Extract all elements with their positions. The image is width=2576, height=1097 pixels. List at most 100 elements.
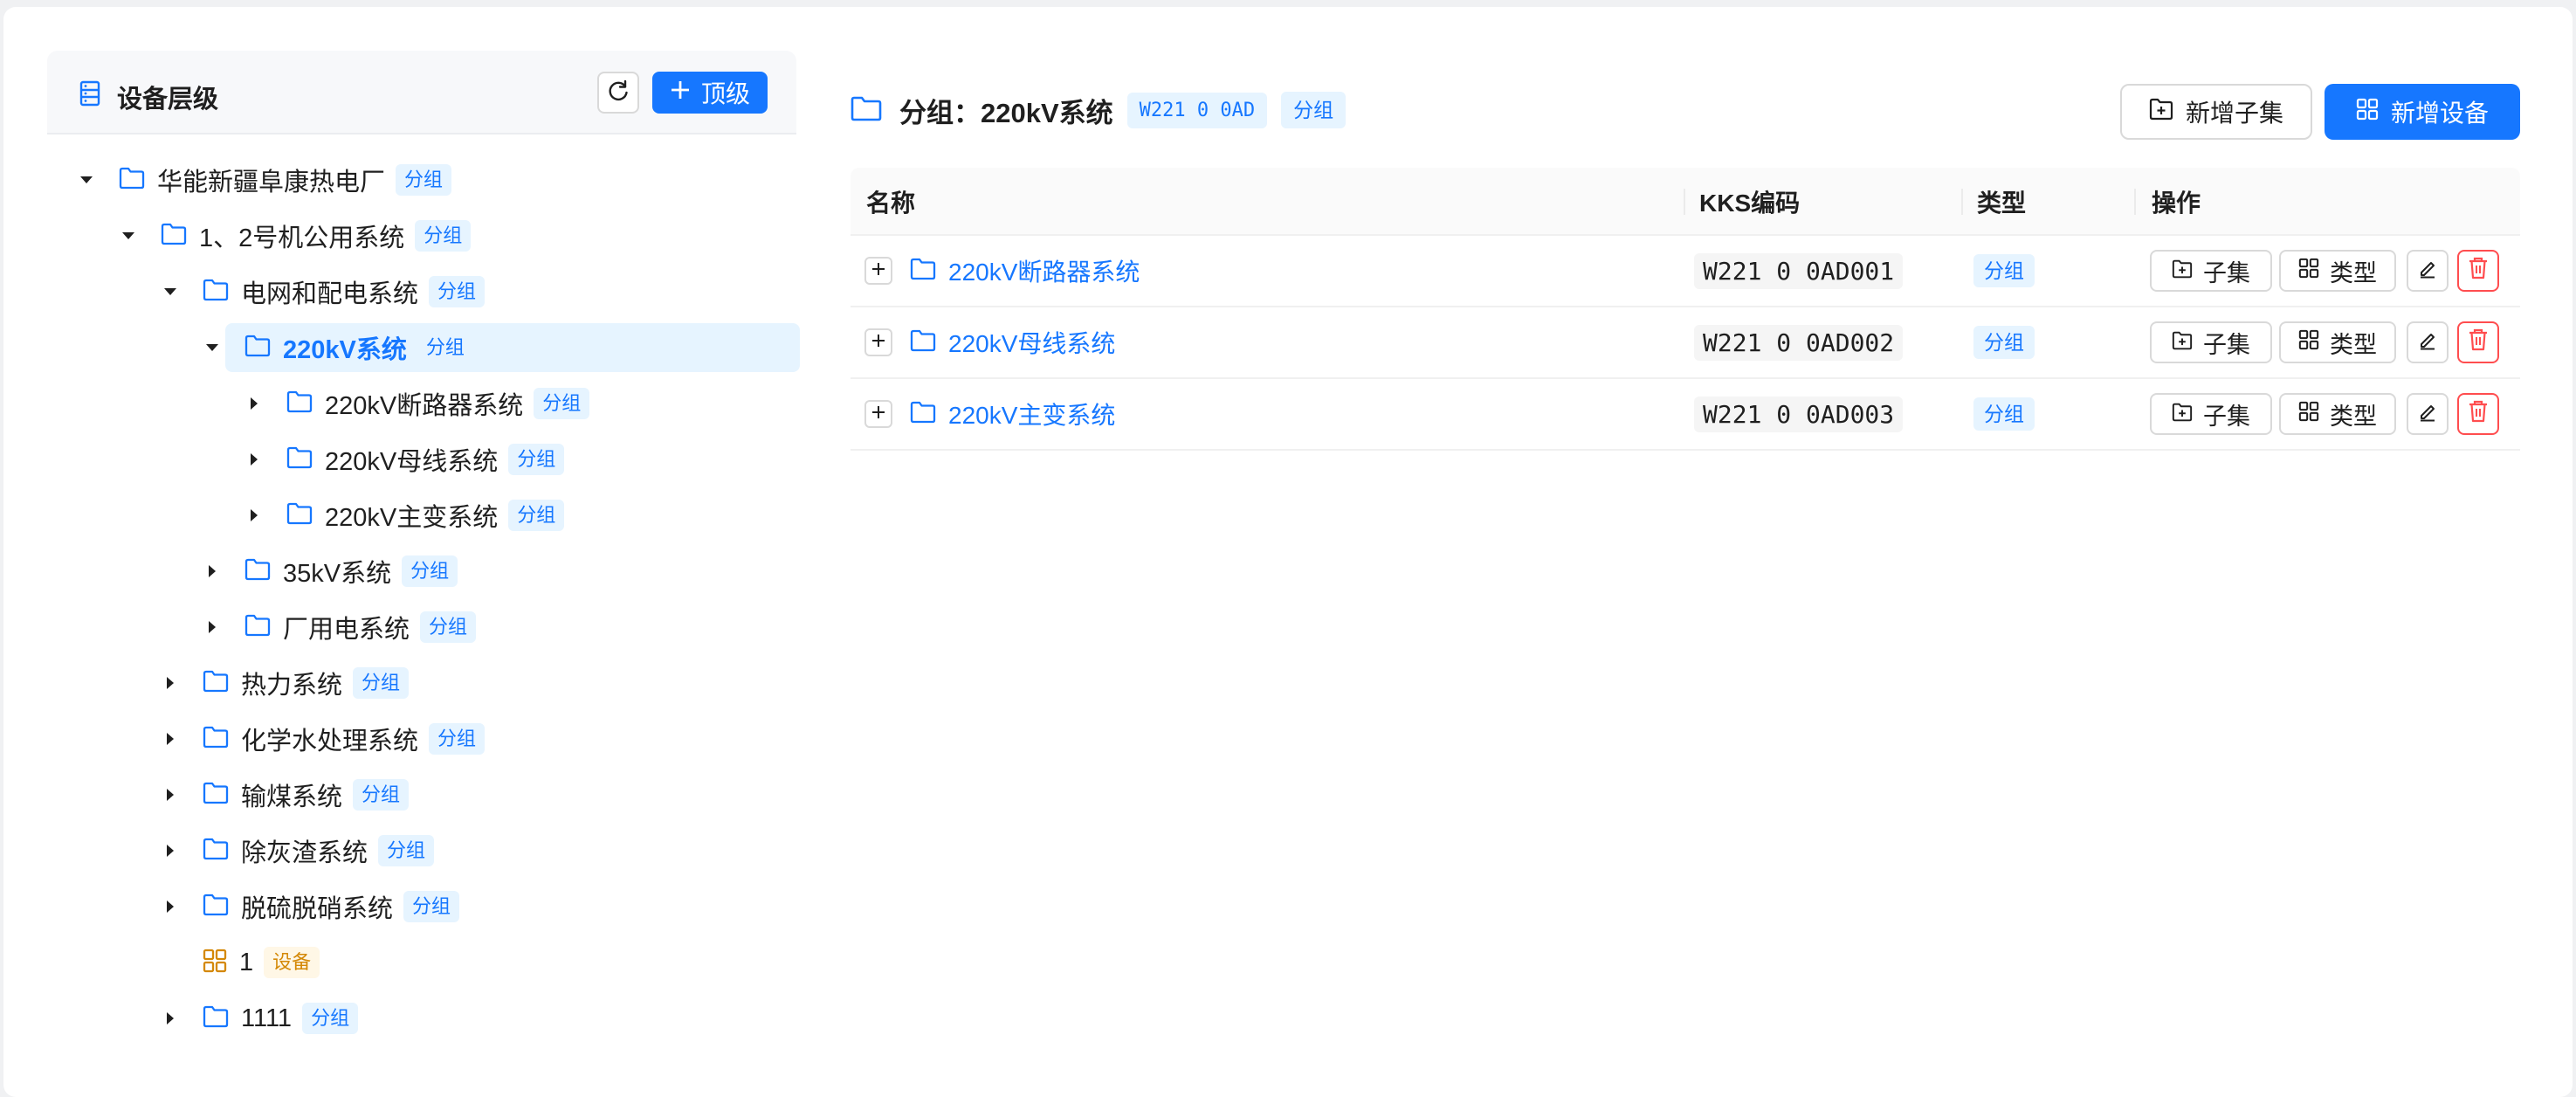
kks-cell: W221 0 0AD002 [1694, 307, 1904, 377]
add-top-level-button[interactable]: 顶级 [652, 72, 768, 114]
caret-right-icon[interactable] [241, 390, 267, 417]
edit-icon [2417, 401, 2438, 428]
change-type-label: 类型 [2330, 259, 2377, 286]
row-name-link[interactable]: 220kV断路器系统 [948, 253, 1140, 288]
add-child-row-button[interactable]: 子集 [2150, 321, 2272, 363]
tree-node-label: 输煤系统 [241, 783, 343, 811]
server-icon [79, 80, 101, 111]
tree-node-label: 220kV母线系统 [325, 448, 499, 476]
tree-node[interactable]: 220kV母线系统 分组 [241, 435, 565, 484]
caret-right-icon[interactable] [241, 446, 267, 473]
caret-right-icon[interactable] [157, 726, 183, 752]
plus-icon [871, 261, 886, 281]
expand-row-button[interactable] [864, 257, 892, 285]
kks-code-badge: W221 0 0AD [1126, 92, 1268, 128]
caret-right-icon[interactable] [157, 1005, 183, 1031]
tree-panel-title: 设备层级 [117, 86, 219, 114]
tree-node[interactable]: 输煤系统 分组 [157, 770, 410, 819]
group-badge: 分组 [353, 667, 410, 699]
expand-row-button[interactable] [864, 400, 892, 428]
table-row: 220kV主变系统 W221 0 0AD003 分组 子集 类型 [851, 379, 2520, 451]
caret-right-icon[interactable] [157, 670, 183, 696]
caret-down-icon[interactable] [73, 167, 100, 193]
caret-down-icon[interactable] [157, 279, 183, 305]
tree-node-device[interactable]: 1 设备 [157, 938, 320, 987]
folder-icon [203, 838, 229, 865]
device-grid-icon [203, 949, 227, 977]
tree-node[interactable]: 热力系统 分组 [157, 659, 410, 707]
tree-node[interactable]: 除灰渣系统 分组 [157, 826, 435, 875]
name-cell: 220kV母线系统 [864, 307, 1115, 377]
tree-node-label: 厂用电系统 [283, 616, 410, 644]
tree-node[interactable]: 1111 分组 [157, 994, 359, 1043]
add-child-row-label: 子集 [2203, 403, 2250, 430]
tree-node[interactable]: 1、2号机公用系统 分组 [115, 211, 472, 260]
name-cell: 220kV断路器系统 [864, 236, 1140, 306]
grid-icon [2298, 401, 2319, 428]
trash-icon [2468, 400, 2489, 429]
type-badge: 分组 [1973, 397, 2035, 431]
caret-down-icon[interactable] [199, 335, 225, 361]
folder-add-icon [2172, 258, 2193, 285]
add-child-row-button[interactable]: 子集 [2150, 393, 2272, 435]
table-row: 220kV断路器系统 W221 0 0AD001 分组 子集 类型 [851, 236, 2520, 307]
edit-button[interactable] [2407, 393, 2449, 435]
type-cell: 分组 [1973, 379, 2035, 449]
trash-icon [2468, 328, 2489, 357]
group-badge: 分组 [403, 891, 460, 922]
plus-icon [871, 404, 886, 424]
caret-right-icon[interactable] [157, 782, 183, 808]
refresh-button[interactable] [597, 72, 639, 114]
folder-icon [203, 279, 229, 306]
change-type-button[interactable]: 类型 [2279, 393, 2396, 435]
folder-add-icon [2172, 401, 2193, 428]
group-badge: 分组 [378, 835, 435, 866]
grid-icon [2298, 329, 2319, 356]
grid-icon [2356, 98, 2379, 127]
tree-node[interactable]: 220kV主变系统 分组 [241, 491, 565, 540]
children-table: 名称 KKS编码 类型 操作 220kV断路器系统 W221 0 0AD001 … [851, 168, 2520, 451]
folder-add-icon [2149, 98, 2173, 127]
tree-node-label: 热力系统 [241, 672, 343, 700]
caret-right-icon[interactable] [157, 893, 183, 920]
tree-node-label: 华能新疆阜康热电厂 [157, 169, 386, 197]
delete-button[interactable] [2457, 250, 2499, 292]
folder-icon [286, 390, 313, 417]
folder-icon [286, 502, 313, 529]
caret-down-icon[interactable] [115, 223, 141, 249]
tree-node[interactable]: 化学水处理系统 分组 [157, 714, 486, 763]
tree-node[interactable]: 厂用电系统 分组 [199, 603, 477, 652]
row-name-link[interactable]: 220kV母线系统 [948, 325, 1115, 360]
plus-icon [670, 79, 691, 107]
caret-right-icon[interactable] [157, 838, 183, 864]
edit-button[interactable] [2407, 321, 2449, 363]
tree-node-label: 电网和配电系统 [241, 280, 419, 308]
delete-button[interactable] [2457, 321, 2499, 363]
tree-node[interactable]: 220kV断路器系统 分组 [241, 379, 590, 428]
tree-node[interactable]: 220kV系统 分组 [199, 323, 800, 372]
delete-button[interactable] [2457, 393, 2499, 435]
tree-node[interactable]: 脱硫脱硝系统 分组 [157, 882, 460, 931]
change-type-button[interactable]: 类型 [2279, 250, 2396, 292]
add-child-button[interactable]: 新增子集 [2120, 84, 2312, 140]
caret-right-icon[interactable] [241, 502, 267, 528]
expand-row-button[interactable] [864, 328, 892, 356]
caret-right-icon[interactable] [199, 614, 225, 640]
folder-add-icon [2172, 329, 2193, 356]
tree-node[interactable]: 35kV系统 分组 [199, 547, 458, 596]
type-cell: 分组 [1973, 307, 2035, 377]
column-divider [1684, 189, 1685, 215]
folder-icon [203, 782, 229, 809]
row-name-link[interactable]: 220kV主变系统 [948, 397, 1115, 431]
column-header-kks: KKS编码 [1699, 190, 1801, 217]
group-badge: 分组 [508, 444, 565, 475]
group-badge: 分组 [508, 500, 565, 531]
add-child-row-button[interactable]: 子集 [2150, 250, 2272, 292]
tree-node[interactable]: 电网和配电系统 分组 [157, 267, 486, 316]
edit-button[interactable] [2407, 250, 2449, 292]
tree-node[interactable]: 华能新疆阜康热电厂 分组 [73, 155, 452, 204]
caret-right-icon[interactable] [199, 558, 225, 584]
add-device-button[interactable]: 新增设备 [2325, 84, 2520, 140]
change-type-button[interactable]: 类型 [2279, 321, 2396, 363]
type-badge: 分组 [1973, 326, 2035, 359]
